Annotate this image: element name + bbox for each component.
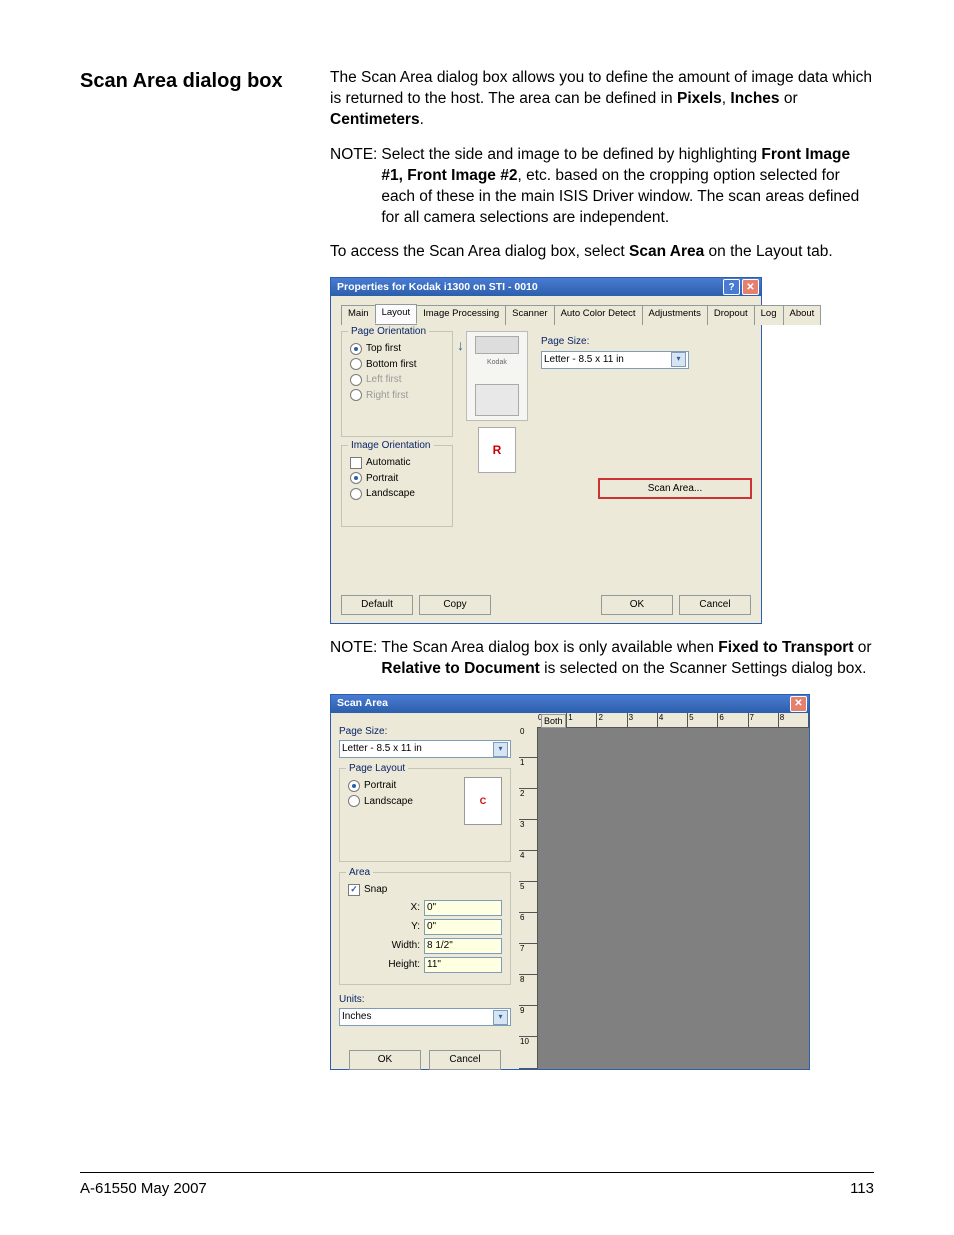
both-label: Both <box>541 714 566 728</box>
radio-landscape[interactable]: Landscape <box>350 487 444 501</box>
copy-button[interactable]: Copy <box>419 595 491 615</box>
radio-left-first: Left first <box>350 373 444 387</box>
checkbox-snap[interactable]: ✓Snap <box>348 883 502 897</box>
footer-page-number: 113 <box>850 1179 874 1199</box>
ruler-vertical: 0 1 2 3 4 5 6 7 8 9 10 <box>519 727 538 1069</box>
page-layout-legend: Page Layout <box>346 762 408 776</box>
ok-button[interactable]: OK <box>601 595 673 615</box>
tab-about[interactable]: About <box>783 305 822 325</box>
tab-image-processing[interactable]: Image Processing <box>416 305 506 325</box>
width-input[interactable]: 8 1/2" <box>424 938 502 954</box>
help-icon[interactable]: ? <box>723 279 740 295</box>
tab-adjustments[interactable]: Adjustments <box>642 305 708 325</box>
preview-area[interactable]: 0 1 2 3 4 5 6 7 8 <box>519 713 809 1069</box>
cancel-button-2[interactable]: Cancel <box>429 1050 501 1070</box>
tab-scanner[interactable]: Scanner <box>505 305 554 325</box>
paragraph-1: The Scan Area dialog box allows you to d… <box>330 68 874 131</box>
scan-area-button[interactable]: Scan Area... <box>599 479 751 499</box>
page-size-dropdown[interactable]: Letter - 8.5 x 11 in ▾ <box>541 351 689 369</box>
scan-area-dialog: Scan Area ✕ Page Size: Letter - 8.5 x 11… <box>330 694 810 1070</box>
dialog-title-2: Scan Area <box>337 696 388 710</box>
page-size-dropdown-2[interactable]: Letter - 8.5 x 11 in ▾ <box>339 740 511 758</box>
chevron-down-icon: ▾ <box>671 352 686 367</box>
chevron-down-icon: ▾ <box>493 742 508 757</box>
radio-landscape-2[interactable]: Landscape <box>348 795 413 809</box>
image-orientation-legend: Image Orientation <box>348 439 434 453</box>
units-label: Units: <box>339 993 511 1007</box>
dialog-title: Properties for Kodak i1300 on STI - 0010 <box>337 280 538 294</box>
y-input[interactable]: 0" <box>424 919 502 935</box>
section-heading: Scan Area dialog box <box>80 68 312 95</box>
document-icon: R <box>478 427 516 473</box>
page-size-label-2: Page Size: <box>339 725 511 739</box>
close-icon[interactable]: ✕ <box>790 696 807 712</box>
default-button[interactable]: Default <box>341 595 413 615</box>
tab-layout[interactable]: Layout <box>375 304 418 324</box>
cancel-button[interactable]: Cancel <box>679 595 751 615</box>
page-orientation-legend: Page Orientation <box>348 325 429 339</box>
height-input[interactable]: 11" <box>424 957 502 973</box>
close-icon[interactable]: ✕ <box>742 279 759 295</box>
tab-dropout[interactable]: Dropout <box>707 305 755 325</box>
tab-main[interactable]: Main <box>341 305 376 325</box>
layout-thumb-1: C <box>464 777 502 825</box>
x-input[interactable]: 0" <box>424 900 502 916</box>
scanner-illustration: Kodak ↓ <box>466 331 528 421</box>
area-legend: Area <box>346 866 373 880</box>
units-dropdown[interactable]: Inches ▾ <box>339 1008 511 1026</box>
radio-portrait-2[interactable]: Portrait <box>348 779 413 793</box>
note-2: NOTE: The Scan Area dialog box is only a… <box>330 638 874 680</box>
ruler-horizontal: 0 1 2 3 4 5 6 7 8 <box>537 713 809 728</box>
tab-log[interactable]: Log <box>754 305 784 325</box>
radio-top-first[interactable]: Top first <box>350 342 444 356</box>
checkbox-automatic[interactable]: Automatic <box>350 456 444 470</box>
note-1: NOTE: Select the side and image to be de… <box>330 145 874 229</box>
radio-right-first: Right first <box>350 389 444 403</box>
footer-doc-id: A-61550 May 2007 <box>80 1179 207 1199</box>
chevron-down-icon: ▾ <box>493 1010 508 1025</box>
page-size-label: Page Size: <box>541 335 751 349</box>
paragraph-2: To access the Scan Area dialog box, sele… <box>330 242 874 263</box>
radio-bottom-first[interactable]: Bottom first <box>350 358 444 372</box>
properties-dialog: Properties for Kodak i1300 on STI - 0010… <box>330 277 762 623</box>
tab-auto-color-detect[interactable]: Auto Color Detect <box>554 305 643 325</box>
tab-strip: Main Layout Image Processing Scanner Aut… <box>341 304 751 325</box>
ok-button-2[interactable]: OK <box>349 1050 421 1070</box>
radio-portrait[interactable]: Portrait <box>350 472 444 486</box>
